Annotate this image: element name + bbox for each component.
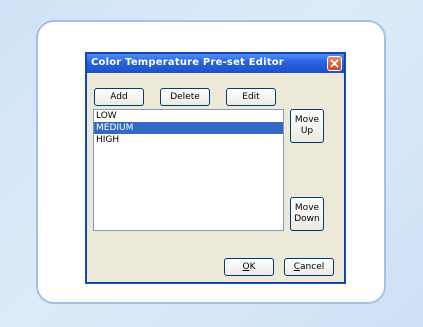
title-bar: Color Temperature Pre-set Editor xyxy=(87,54,344,73)
edit-button[interactable]: Edit xyxy=(226,88,276,106)
close-button[interactable] xyxy=(327,56,342,71)
list-item[interactable]: HIGH xyxy=(94,134,283,146)
cancel-label: ancel xyxy=(300,262,325,272)
move-down-label-line1: Move xyxy=(294,203,320,213)
move-down-label-line2: Down xyxy=(294,214,320,224)
preset-editor-dialog: Color Temperature Pre-set Editor Add Del… xyxy=(85,52,346,284)
ok-mnemonic: O xyxy=(242,262,250,272)
move-up-button[interactable]: Move Up xyxy=(290,109,324,143)
close-icon xyxy=(330,59,339,68)
dialog-title: Color Temperature Pre-set Editor xyxy=(91,57,284,68)
list-item[interactable]: LOW xyxy=(94,110,283,122)
delete-button[interactable]: Delete xyxy=(160,88,210,106)
cancel-button[interactable]: Cancel xyxy=(284,258,334,276)
ok-label: K xyxy=(249,262,256,272)
move-down-button[interactable]: Move Down xyxy=(290,197,324,231)
move-up-label-line1: Move xyxy=(294,115,320,125)
add-button[interactable]: Add xyxy=(94,88,144,106)
preset-list[interactable]: LOW MEDIUM HIGH xyxy=(93,109,284,231)
list-item[interactable]: MEDIUM xyxy=(94,122,283,134)
ok-button[interactable]: OK xyxy=(224,258,274,276)
move-up-label-line2: Up xyxy=(300,126,314,136)
